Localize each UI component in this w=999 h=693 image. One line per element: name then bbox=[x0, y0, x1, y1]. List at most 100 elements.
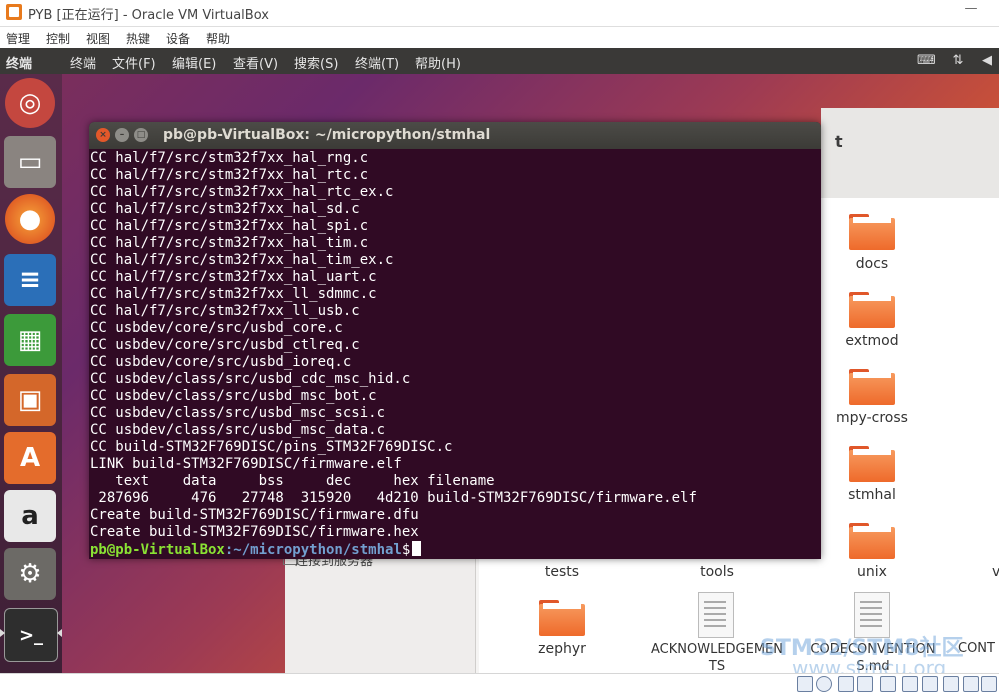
focused-indicator bbox=[57, 629, 62, 637]
document-icon-acknowledgements[interactable] bbox=[698, 592, 734, 638]
display-icon[interactable] bbox=[922, 676, 938, 692]
vbox-titlebar: PYB [正在运行] - Oracle VM VirtualBox — bbox=[0, 0, 999, 27]
terminal-title: pb@pb-VirtualBox: ~/micropython/stmhal bbox=[163, 127, 491, 143]
libreoffice-writer-icon[interactable]: ≡ bbox=[4, 254, 56, 306]
topmenu-search[interactable]: 搜索(S) bbox=[294, 53, 338, 72]
folder-icon-stmhal[interactable] bbox=[849, 446, 895, 482]
topmenu-edit[interactable]: 编辑(E) bbox=[172, 53, 216, 72]
file-manager-header: t bbox=[821, 108, 999, 198]
folder-icon-extmod[interactable] bbox=[849, 292, 895, 328]
terminal-line: CC usbdev/class/src/usbd_msc_data.c bbox=[90, 422, 386, 438]
terminal-titlebar[interactable]: × – □ pb@pb-VirtualBox: ~/micropython/st… bbox=[89, 122, 821, 149]
terminal-line: CC usbdev/core/src/usbd_ioreq.c bbox=[90, 354, 352, 370]
terminal-line: CC usbdev/class/src/usbd_msc_scsi.c bbox=[90, 405, 386, 421]
file-label-mpy-cross[interactable]: mpy-cross bbox=[812, 410, 932, 426]
menu-view[interactable]: 视图 bbox=[86, 30, 110, 47]
terminal-line: CC usbdev/class/src/usbd_cdc_msc_hid.c bbox=[90, 371, 411, 387]
terminal-line: 287696 476 27748 315920 4d210 build-STM3… bbox=[90, 490, 697, 506]
prompt-path: :~/micropython/stmhal bbox=[224, 542, 402, 558]
software-center-icon[interactable]: A bbox=[4, 432, 56, 484]
terminal-line: LINK build-STM32F769DISC/firmware.elf bbox=[90, 456, 402, 472]
libreoffice-impress-icon[interactable]: ▣ bbox=[4, 374, 56, 426]
file-label-extmod[interactable]: extmod bbox=[812, 333, 932, 349]
active-app-name: 终端 bbox=[6, 57, 33, 72]
terminal-line: CC hal/f7/src/stm32f7xx_hal_tim.c bbox=[90, 235, 369, 251]
topmenu-help[interactable]: 帮助(H) bbox=[415, 53, 461, 72]
terminal-line: CC hal/f7/src/stm32f7xx_hal_tim_ex.c bbox=[90, 252, 394, 268]
firefox-icon[interactable]: ● bbox=[5, 194, 55, 244]
amazon-icon[interactable]: a bbox=[4, 490, 56, 542]
terminal-line: CC hal/f7/src/stm32f7xx_hal_sd.c bbox=[90, 201, 360, 217]
virtualbox-app-icon bbox=[6, 4, 22, 20]
keyboard-capture-icon[interactable] bbox=[981, 676, 997, 692]
file-label-unix[interactable]: unix bbox=[812, 564, 932, 580]
keyboard-icon[interactable]: ⌨ bbox=[917, 52, 936, 70]
folder-icon-mpy-cross[interactable] bbox=[849, 369, 895, 405]
close-button[interactable]: × bbox=[96, 128, 110, 142]
prompt-symbol: $ bbox=[401, 542, 411, 558]
file-manager-header-text: t bbox=[835, 132, 843, 151]
ubuntu-dash-icon[interactable]: ◎ bbox=[5, 78, 55, 128]
topmenu-view[interactable]: 查看(V) bbox=[233, 53, 278, 72]
file-label-tools[interactable]: tools bbox=[657, 564, 777, 580]
running-indicator bbox=[0, 629, 5, 637]
menu-control[interactable]: 控制 bbox=[46, 30, 70, 47]
libreoffice-calc-icon[interactable]: ▦ bbox=[4, 314, 56, 366]
minimize-button[interactable]: — bbox=[963, 2, 979, 18]
terminal-output: CC hal/f7/src/stm32f7xx_hal_rng.c CC hal… bbox=[90, 150, 818, 558]
terminal-line: CC hal/f7/src/stm32f7xx_hal_rtc.c bbox=[90, 167, 369, 183]
audio-icon[interactable] bbox=[838, 676, 854, 692]
usb-icon[interactable] bbox=[880, 676, 896, 692]
ubuntu-top-panel: 终端 终端 文件(F) 编辑(E) 查看(V) 搜索(S) 终端(T) 帮助(H… bbox=[0, 48, 999, 74]
topmenu-terminal-t[interactable]: 终端(T) bbox=[355, 53, 399, 72]
network-adapter-icon[interactable] bbox=[857, 676, 873, 692]
volume-icon[interactable]: ◀ bbox=[978, 52, 996, 70]
unity-launcher: ◎ ▭ ● ≡ ▦ ▣ A a ⚙ >_ bbox=[0, 74, 62, 674]
file-label-cont[interactable]: CONT bbox=[958, 641, 999, 656]
file-label-v[interactable]: v bbox=[992, 564, 999, 580]
shared-folders-icon[interactable] bbox=[902, 676, 918, 692]
terminal-line: CC hal/f7/src/stm32f7xx_hal_spi.c bbox=[90, 218, 369, 234]
prompt-user: pb@pb-VirtualBox bbox=[90, 542, 225, 558]
terminal-line: CC usbdev/class/src/usbd_msc_bot.c bbox=[90, 388, 377, 404]
topmenu-terminal[interactable]: 终端 bbox=[70, 53, 96, 72]
minimize-window-button[interactable]: – bbox=[115, 128, 129, 142]
file-label-tests[interactable]: tests bbox=[502, 564, 622, 580]
mouse-integration-icon[interactable] bbox=[963, 676, 979, 692]
terminal-window[interactable]: × – □ pb@pb-VirtualBox: ~/micropython/st… bbox=[89, 122, 821, 559]
terminal-line: CC hal/f7/src/stm32f7xx_ll_usb.c bbox=[90, 303, 360, 319]
terminal-line: CC hal/f7/src/stm32f7xx_hal_uart.c bbox=[90, 269, 377, 285]
terminal-line: CC hal/f7/src/stm32f7xx_hal_rng.c bbox=[90, 150, 369, 166]
terminal-line: Create build-STM32F769DISC/firmware.hex bbox=[90, 524, 419, 540]
menu-hotkeys[interactable]: 热键 bbox=[126, 30, 150, 47]
terminal-line: CC usbdev/core/src/usbd_ctlreq.c bbox=[90, 337, 360, 353]
menu-devices[interactable]: 设备 bbox=[166, 30, 190, 47]
vbox-menubar: 管理 控制 视图 热键 设备 帮助 bbox=[0, 27, 999, 48]
menu-manage[interactable]: 管理 bbox=[6, 30, 30, 47]
file-label-stmhal[interactable]: stmhal bbox=[812, 487, 932, 503]
maximize-button[interactable]: □ bbox=[134, 128, 148, 142]
optical-drive-icon[interactable] bbox=[816, 676, 832, 692]
vbox-statusbar bbox=[0, 673, 999, 693]
menu-help[interactable]: 帮助 bbox=[206, 30, 230, 47]
hard-disk-icon[interactable] bbox=[797, 676, 813, 692]
file-label-zephyr[interactable]: zephyr bbox=[502, 641, 622, 657]
terminal-line: CC usbdev/core/src/usbd_core.c bbox=[90, 320, 343, 336]
terminal-prompt[interactable]: pb@pb-VirtualBox:~/micropython/stmhal$ bbox=[90, 541, 422, 558]
network-icon[interactable]: ⇅ bbox=[949, 52, 967, 70]
folder-icon-docs[interactable] bbox=[849, 214, 895, 250]
folder-icon-unix[interactable] bbox=[849, 523, 895, 559]
file-label-docs[interactable]: docs bbox=[812, 256, 932, 272]
terminal-line: CC build-STM32F769DISC/pins_STM32F769DIS… bbox=[90, 439, 453, 455]
terminal-line: CC hal/f7/src/stm32f7xx_ll_sdmmc.c bbox=[90, 286, 377, 302]
video-capture-icon[interactable] bbox=[943, 676, 959, 692]
files-icon[interactable]: ▭ bbox=[4, 136, 56, 188]
text-cursor bbox=[412, 541, 422, 556]
terminal-line: text data bss dec hex filename bbox=[90, 473, 495, 489]
folder-icon-zephyr[interactable] bbox=[539, 600, 585, 636]
terminal-icon[interactable]: >_ bbox=[4, 608, 58, 662]
system-settings-icon[interactable]: ⚙ bbox=[4, 548, 56, 600]
terminal-line: CC hal/f7/src/stm32f7xx_hal_rtc_ex.c bbox=[90, 184, 394, 200]
topmenu-file[interactable]: 文件(F) bbox=[112, 53, 156, 72]
terminal-line: Create build-STM32F769DISC/firmware.dfu bbox=[90, 507, 419, 523]
